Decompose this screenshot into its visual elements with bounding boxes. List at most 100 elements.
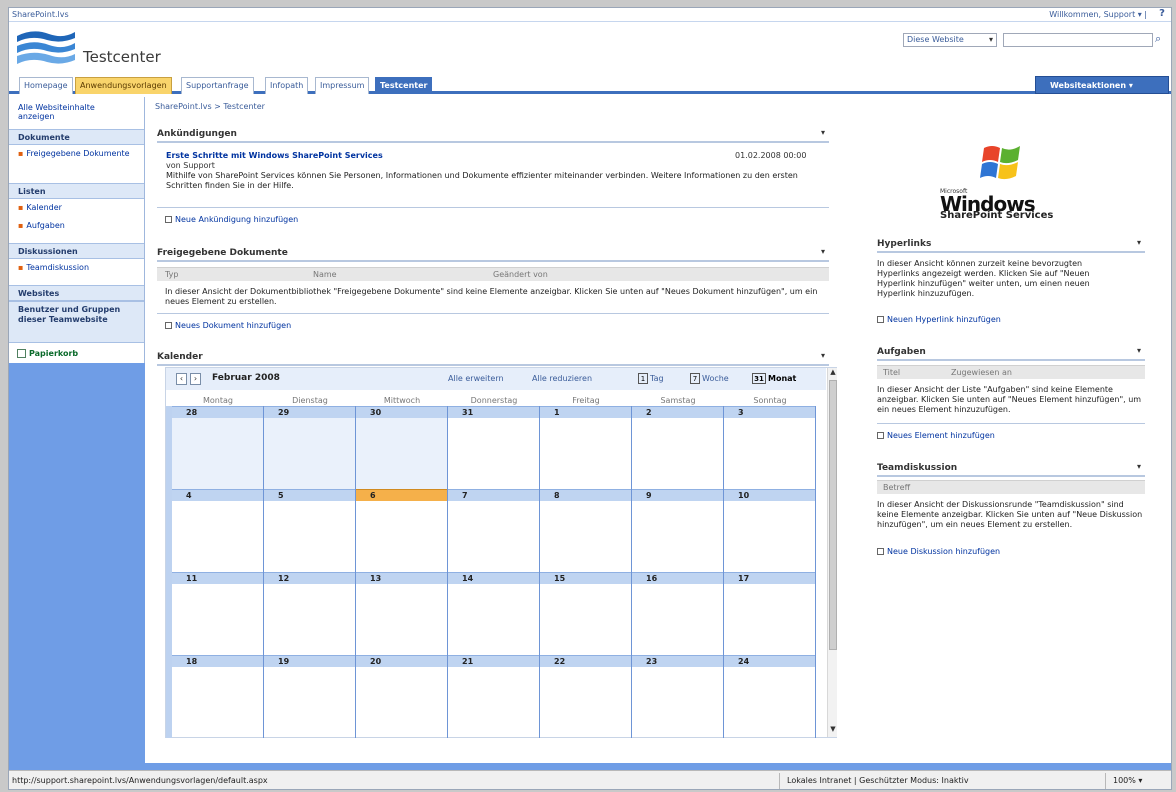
prev-month-button[interactable]: ‹ xyxy=(176,373,187,385)
chevron-down-icon[interactable]: ▾ xyxy=(1137,346,1141,355)
calendar-day-cell[interactable]: 8 xyxy=(540,489,632,572)
welcome-menu[interactable]: Willkommen, Support ▾ | xyxy=(1049,10,1147,19)
calendar-day-number[interactable]: 22 xyxy=(540,655,631,667)
calendar-day-number[interactable]: 19 xyxy=(264,655,355,667)
calendar-day-cell[interactable]: 24 xyxy=(724,655,816,738)
calendar-day-number[interactable]: 1 xyxy=(540,406,631,418)
chevron-down-icon[interactable]: ▾ xyxy=(1137,238,1141,247)
search-icon[interactable]: ⌕ xyxy=(1155,32,1169,48)
next-month-button[interactable]: › xyxy=(190,373,201,385)
add-document-link[interactable]: Neues Dokument hinzufügen xyxy=(165,321,291,330)
calendar-day-number[interactable]: 15 xyxy=(540,572,631,584)
calendar-day-cell[interactable]: 18 xyxy=(172,655,264,738)
calendar-day-number[interactable]: 18 xyxy=(172,655,263,667)
calendar-day-number[interactable]: 30 xyxy=(356,406,447,418)
calendar-day-cell[interactable]: 28 xyxy=(172,406,264,489)
col-modified-by[interactable]: Geändert von xyxy=(493,270,548,279)
tab-infopath[interactable]: Infopath xyxy=(265,77,309,94)
zoom-level[interactable]: 100% ▾ xyxy=(1113,776,1142,785)
chevron-down-icon[interactable]: ▾ xyxy=(1137,462,1141,471)
col-subject[interactable]: Betreff xyxy=(883,483,910,492)
calendar-day-number[interactable]: 16 xyxy=(632,572,723,584)
calendar-day-number[interactable]: 4 xyxy=(172,489,263,501)
webpart-title[interactable]: Teamdiskussion xyxy=(877,463,957,473)
all-site-content-link[interactable]: Alle Websiteinhalte anzeigen xyxy=(18,103,130,121)
webpart-title[interactable]: Kalender xyxy=(157,352,203,362)
calendar-day-number[interactable]: 13 xyxy=(356,572,447,584)
site-actions-menu[interactable]: Websiteaktionen ▾ xyxy=(1035,76,1169,94)
collapse-all-link[interactable]: Alle reduzieren xyxy=(532,374,592,383)
tab-anwendungsvorlagen[interactable]: Anwendungsvorlagen xyxy=(75,77,172,94)
calendar-day-cell[interactable]: 2 xyxy=(632,406,724,489)
tab-testcenter[interactable]: Testcenter xyxy=(375,77,433,94)
calendar-day-number[interactable]: 28 xyxy=(172,406,263,418)
calendar-day-cell[interactable]: 14 xyxy=(448,572,540,655)
search-input[interactable] xyxy=(1003,33,1153,47)
calendar-scrollbar[interactable]: ▲ ▼ xyxy=(827,368,837,737)
calendar-day-cell[interactable]: 3 xyxy=(724,406,816,489)
webpart-title[interactable]: Freigegebene Dokumente xyxy=(157,248,288,258)
calendar-day-cell[interactable]: 12 xyxy=(264,572,356,655)
calendar-day-number[interactable]: 8 xyxy=(540,489,631,501)
nav-item-tasks[interactable]: ▪ Aufgaben xyxy=(18,221,65,231)
scroll-down-icon[interactable]: ▼ xyxy=(829,725,837,735)
site-title[interactable]: Testcenter xyxy=(83,48,161,66)
webpart-title[interactable]: Ankündigungen xyxy=(157,129,237,139)
calendar-day-cell[interactable]: 10 xyxy=(724,489,816,572)
col-type[interactable]: Typ xyxy=(165,270,178,279)
view-week-button[interactable]: 7 Woche xyxy=(690,373,729,384)
calendar-day-number[interactable]: 2 xyxy=(632,406,723,418)
add-discussion-link[interactable]: Neue Diskussion hinzufügen xyxy=(877,547,1000,556)
calendar-day-cell[interactable]: 13 xyxy=(356,572,448,655)
search-scope-select[interactable]: Diese Website ▾ xyxy=(903,33,997,47)
webpart-title[interactable]: Hyperlinks xyxy=(877,239,931,249)
calendar-day-number[interactable]: 20 xyxy=(356,655,447,667)
expand-all-link[interactable]: Alle erweitern xyxy=(448,374,504,383)
calendar-day-cell[interactable]: 9 xyxy=(632,489,724,572)
webpart-title[interactable]: Aufgaben xyxy=(877,347,926,357)
announcement-title[interactable]: Erste Schritte mit Windows SharePoint Se… xyxy=(166,151,383,160)
calendar-day-cell[interactable]: 31 xyxy=(448,406,540,489)
col-title[interactable]: Titel xyxy=(883,368,900,377)
nav-item-shared-docs[interactable]: ▪ Freigegebene Dokumente xyxy=(18,149,130,158)
calendar-day-cell[interactable]: 5 xyxy=(264,489,356,572)
nav-head-documents[interactable]: Dokumente xyxy=(9,129,144,145)
calendar-day-number[interactable]: 6 xyxy=(356,489,447,501)
calendar-day-number[interactable]: 21 xyxy=(448,655,539,667)
calendar-day-number[interactable]: 7 xyxy=(448,489,539,501)
calendar-day-cell[interactable]: 4 xyxy=(172,489,264,572)
add-hyperlink-link[interactable]: Neuen Hyperlink hinzufügen xyxy=(877,315,1001,324)
calendar-day-cell[interactable]: 16 xyxy=(632,572,724,655)
nav-head-lists[interactable]: Listen xyxy=(9,183,144,199)
add-task-link[interactable]: Neues Element hinzufügen xyxy=(877,431,995,440)
calendar-day-cell[interactable]: 15 xyxy=(540,572,632,655)
calendar-day-number[interactable]: 31 xyxy=(448,406,539,418)
calendar-day-number[interactable]: 11 xyxy=(172,572,263,584)
view-month-button[interactable]: 31 Monat xyxy=(752,373,796,384)
calendar-day-cell[interactable]: 19 xyxy=(264,655,356,738)
col-assigned[interactable]: Zugewiesen an xyxy=(951,368,1012,377)
site-logo-icon[interactable] xyxy=(15,28,77,66)
chevron-down-icon[interactable]: ▾ xyxy=(821,128,825,137)
calendar-day-number[interactable]: 23 xyxy=(632,655,723,667)
calendar-day-cell[interactable]: 22 xyxy=(540,655,632,738)
nav-item-calendar[interactable]: ▪ Kalender xyxy=(18,203,62,213)
scrollbar-thumb[interactable] xyxy=(829,380,837,650)
calendar-day-number[interactable]: 3 xyxy=(724,406,815,418)
nav-head-sites[interactable]: Websites xyxy=(9,285,144,301)
nav-head-discussions[interactable]: Diskussionen xyxy=(9,243,144,259)
calendar-day-cell[interactable]: 21 xyxy=(448,655,540,738)
calendar-day-cell[interactable]: 1 xyxy=(540,406,632,489)
calendar-day-cell[interactable]: 20 xyxy=(356,655,448,738)
add-announcement-link[interactable]: Neue Ankündigung hinzufügen xyxy=(165,215,298,224)
col-name[interactable]: Name xyxy=(313,270,337,279)
view-day-button[interactable]: 1 Tag xyxy=(638,373,664,384)
calendar-day-number[interactable]: 9 xyxy=(632,489,723,501)
calendar-day-number[interactable]: 14 xyxy=(448,572,539,584)
scroll-up-icon[interactable]: ▲ xyxy=(829,368,837,378)
calendar-day-cell[interactable]: 30 xyxy=(356,406,448,489)
calendar-day-number[interactable]: 17 xyxy=(724,572,815,584)
chevron-down-icon[interactable]: ▾ xyxy=(821,351,825,360)
security-zone[interactable]: Lokales Intranet | Geschützter Modus: In… xyxy=(787,776,969,785)
chevron-down-icon[interactable]: ▾ xyxy=(821,247,825,256)
